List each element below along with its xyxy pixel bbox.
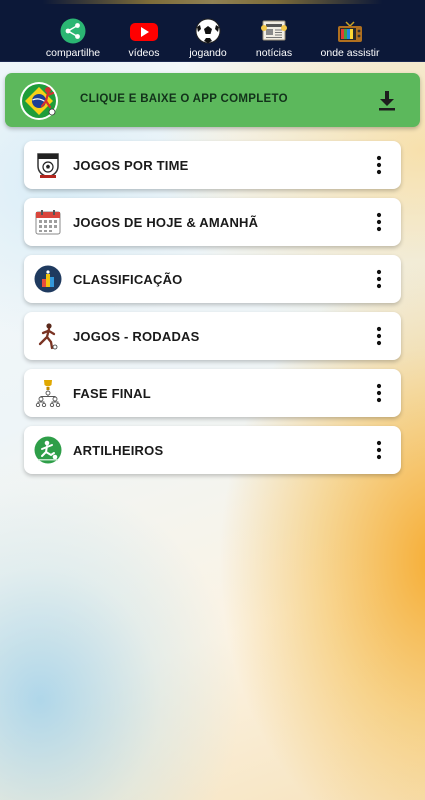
player-icon <box>38 323 58 350</box>
download-banner-text: CLIQUE E BAIXE O APP COMPLETO <box>80 93 288 105</box>
menu-item-final-phase[interactable]: FASE FINAL <box>24 369 401 417</box>
soccer-ball-icon <box>195 18 221 44</box>
menu-item-label: JOGOS DE HOJE & AMANHÃ <box>73 215 259 230</box>
share-icon <box>60 18 86 44</box>
brazil-flag-player-logo <box>20 82 58 120</box>
more-vertical-icon[interactable] <box>371 440 387 460</box>
menu-item-games-today-tomorrow[interactable]: JOGOS DE HOJE & AMANHÃ <box>24 198 401 246</box>
more-vertical-icon[interactable] <box>371 383 387 403</box>
nav-news[interactable]: notícias <box>234 18 314 59</box>
menu-item-label: ARTILHEIROS <box>73 443 164 458</box>
nav-where-to-watch-label: onde assistir <box>320 47 380 59</box>
top-nav-bar: compartilhe vídeos jogando notícias onde… <box>0 0 425 62</box>
newspaper-icon <box>261 20 287 41</box>
download-icon[interactable] <box>376 89 398 111</box>
menu-item-standings[interactable]: CLASSIFICAÇÃO <box>24 255 401 303</box>
more-vertical-icon[interactable] <box>371 269 387 289</box>
striker-icon <box>34 436 62 464</box>
nav-news-label: notícias <box>255 47 293 59</box>
menu-item-label: JOGOS POR TIME <box>73 158 189 173</box>
menu-item-games-by-team[interactable]: JOGOS POR TIME <box>24 141 401 189</box>
more-vertical-icon[interactable] <box>371 212 387 232</box>
calendar-icon <box>35 210 61 235</box>
menu-item-games-rounds[interactable]: JOGOS - RODADAS <box>24 312 401 360</box>
trophy-bracket-icon <box>35 380 61 407</box>
nav-share-label: compartilhe <box>45 47 101 59</box>
menu-item-label: JOGOS - RODADAS <box>73 329 200 344</box>
youtube-icon <box>130 23 158 41</box>
tv-icon <box>338 21 362 42</box>
top-nav-accent-line <box>0 0 425 4</box>
more-vertical-icon[interactable] <box>371 326 387 346</box>
nav-where-to-watch[interactable]: onde assistir <box>310 18 390 59</box>
menu-item-top-scorers[interactable]: ARTILHEIROS <box>24 426 401 474</box>
nav-share[interactable]: compartilhe <box>33 18 113 59</box>
menu-item-label: FASE FINAL <box>73 386 151 401</box>
more-vertical-icon[interactable] <box>371 155 387 175</box>
team-crest-icon <box>37 153 59 178</box>
menu-item-label: CLASSIFICAÇÃO <box>73 272 183 287</box>
download-app-banner[interactable]: CLIQUE E BAIXE O APP COMPLETO <box>5 73 420 127</box>
standings-chart-icon <box>34 265 62 293</box>
